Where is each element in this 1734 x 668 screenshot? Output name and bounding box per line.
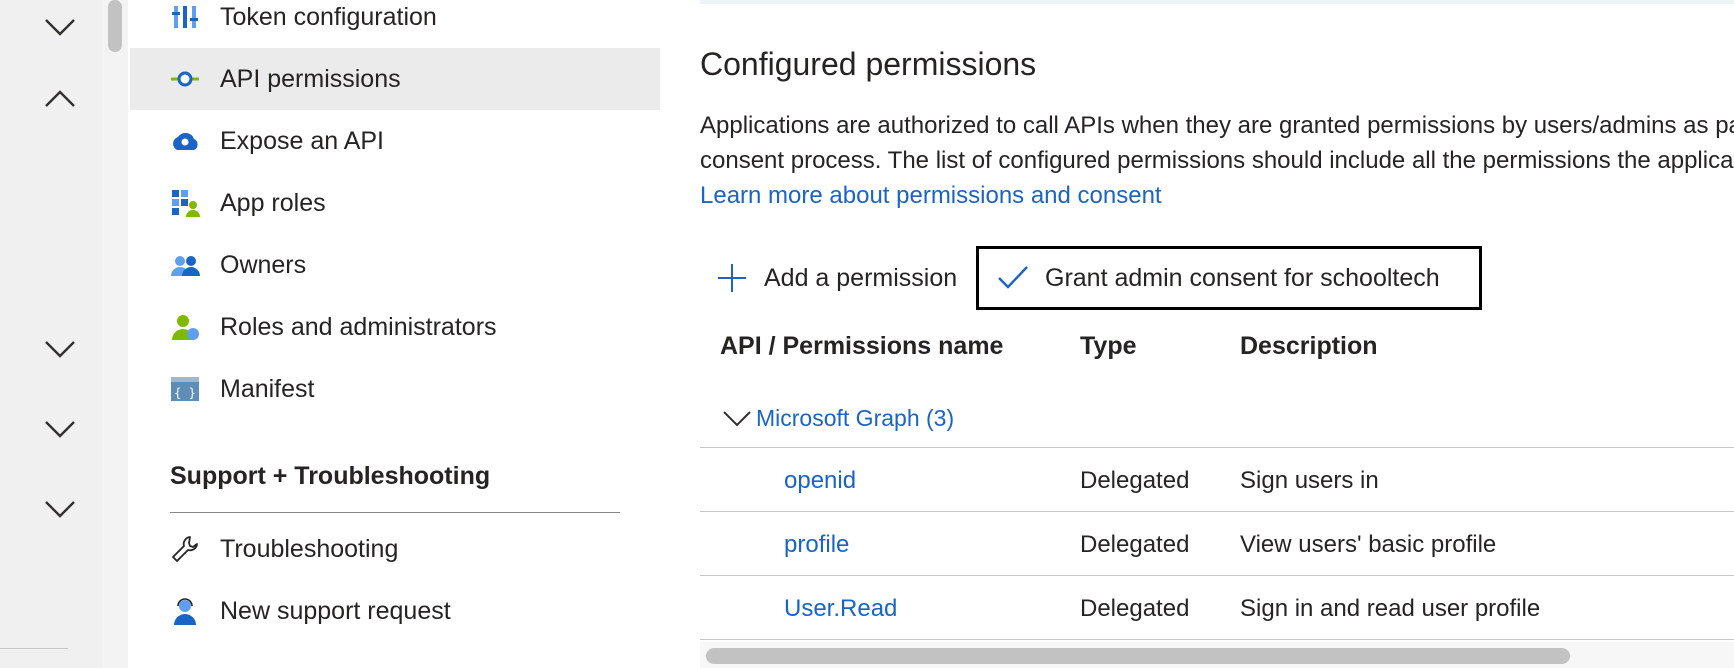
nav-item-roles-and-administrators[interactable]: Roles and administrators: [130, 296, 660, 358]
api-permissions-icon: [171, 71, 199, 87]
column-header-type[interactable]: Type: [1080, 332, 1137, 361]
permission-description: Sign users in: [1240, 467, 1379, 494]
permission-name-link[interactable]: openid: [784, 467, 856, 495]
nav-item-label: Troubleshooting: [220, 534, 399, 563]
nav-item-owners[interactable]: Owners: [130, 234, 660, 296]
nav-item-token-configuration[interactable]: Token configuration: [130, 0, 660, 48]
nav-section-header: Support + Troubleshooting: [170, 462, 491, 490]
add-permission-button[interactable]: Add a permission: [716, 248, 957, 308]
description-line: Applications are authorized to call APIs…: [700, 112, 1734, 139]
info-banner-edge: [700, 0, 1734, 4]
group-label[interactable]: Microsoft Graph (3): [756, 405, 954, 432]
rail-scrollbar-thumb[interactable]: [108, 0, 122, 52]
chevron-up-icon[interactable]: [42, 82, 78, 118]
row-divider: [700, 575, 1734, 576]
nav-item-label: Expose an API: [220, 126, 385, 155]
wrench-icon: [172, 536, 198, 562]
row-divider: [700, 447, 1734, 448]
add-permission-label: Add a permission: [764, 263, 958, 292]
nav-item-label: Manifest: [220, 374, 315, 403]
nav-section-divider: [170, 512, 620, 513]
permission-name-link[interactable]: profile: [784, 531, 849, 559]
row-divider: [700, 639, 1734, 640]
permission-type: Delegated: [1080, 595, 1190, 622]
nav-item-api-permissions[interactable]: API permissions: [130, 48, 660, 110]
permission-description: Sign in and read user profile: [1240, 595, 1541, 622]
nav-item-troubleshooting[interactable]: Troubleshooting: [130, 518, 660, 580]
chevron-down-icon[interactable]: [42, 8, 78, 44]
support-person-icon: [174, 598, 196, 625]
svg-text:{ }: { }: [174, 386, 196, 400]
row-divider: [700, 511, 1734, 512]
permission-type: Delegated: [1080, 467, 1190, 494]
horizontal-scrollbar-thumb[interactable]: [706, 648, 1570, 664]
column-header-name[interactable]: API / Permissions name: [720, 332, 1003, 361]
nav-item-label: Token configuration: [220, 2, 437, 31]
nav-item-new-support-request[interactable]: New support request: [130, 580, 660, 642]
chevron-down-icon[interactable]: [722, 408, 752, 428]
nav-panel: Token configuration API permissions Expo…: [130, 0, 660, 668]
permission-type: Delegated: [1080, 531, 1190, 558]
nav-item-label: Owners: [220, 250, 307, 279]
cloud-gear-icon: [173, 132, 198, 150]
section-description: Applications are authorized to call APIs…: [700, 108, 1734, 213]
checkmark-icon: [998, 266, 1028, 289]
owners-icon: [171, 256, 200, 276]
grant-admin-consent-button[interactable]: Grant admin consent for schooltech: [976, 246, 1482, 310]
grant-admin-consent-label: Grant admin consent for schooltech: [1045, 263, 1440, 292]
group-row-microsoft-graph[interactable]: Microsoft Graph (3): [700, 390, 1734, 446]
chevron-down-icon[interactable]: [42, 410, 78, 446]
nav-item-expose-an-api[interactable]: Expose an API: [130, 110, 660, 172]
left-rail: [0, 0, 102, 668]
nav-item-label: App roles: [220, 188, 326, 217]
nav-item-manifest[interactable]: { } Manifest: [130, 358, 660, 420]
column-header-description[interactable]: Description: [1240, 332, 1378, 361]
plus-icon: [718, 264, 746, 292]
app-roles-icon: [172, 190, 200, 217]
token-config-icon: [172, 6, 198, 28]
chevron-down-icon[interactable]: [42, 490, 78, 526]
nav-item-label: New support request: [220, 596, 451, 625]
learn-more-link[interactable]: Learn more about permissions and consent: [700, 178, 1734, 213]
roles-admin-icon: [172, 315, 199, 340]
description-line: consent process. The list of configured …: [700, 147, 1734, 174]
nav-item-label: API permissions: [220, 64, 401, 93]
section-title: Configured permissions: [700, 46, 1037, 82]
rail-divider-line: [0, 648, 68, 649]
manifest-icon: { }: [171, 377, 199, 401]
rail-scrollbar-track: [102, 0, 128, 668]
nav-item-app-roles[interactable]: App roles: [130, 172, 660, 234]
permission-description: View users' basic profile: [1240, 531, 1497, 558]
chevron-down-icon[interactable]: [42, 330, 78, 366]
permission-name-link[interactable]: User.Read: [784, 595, 897, 623]
nav-item-label: Roles and administrators: [220, 312, 497, 341]
